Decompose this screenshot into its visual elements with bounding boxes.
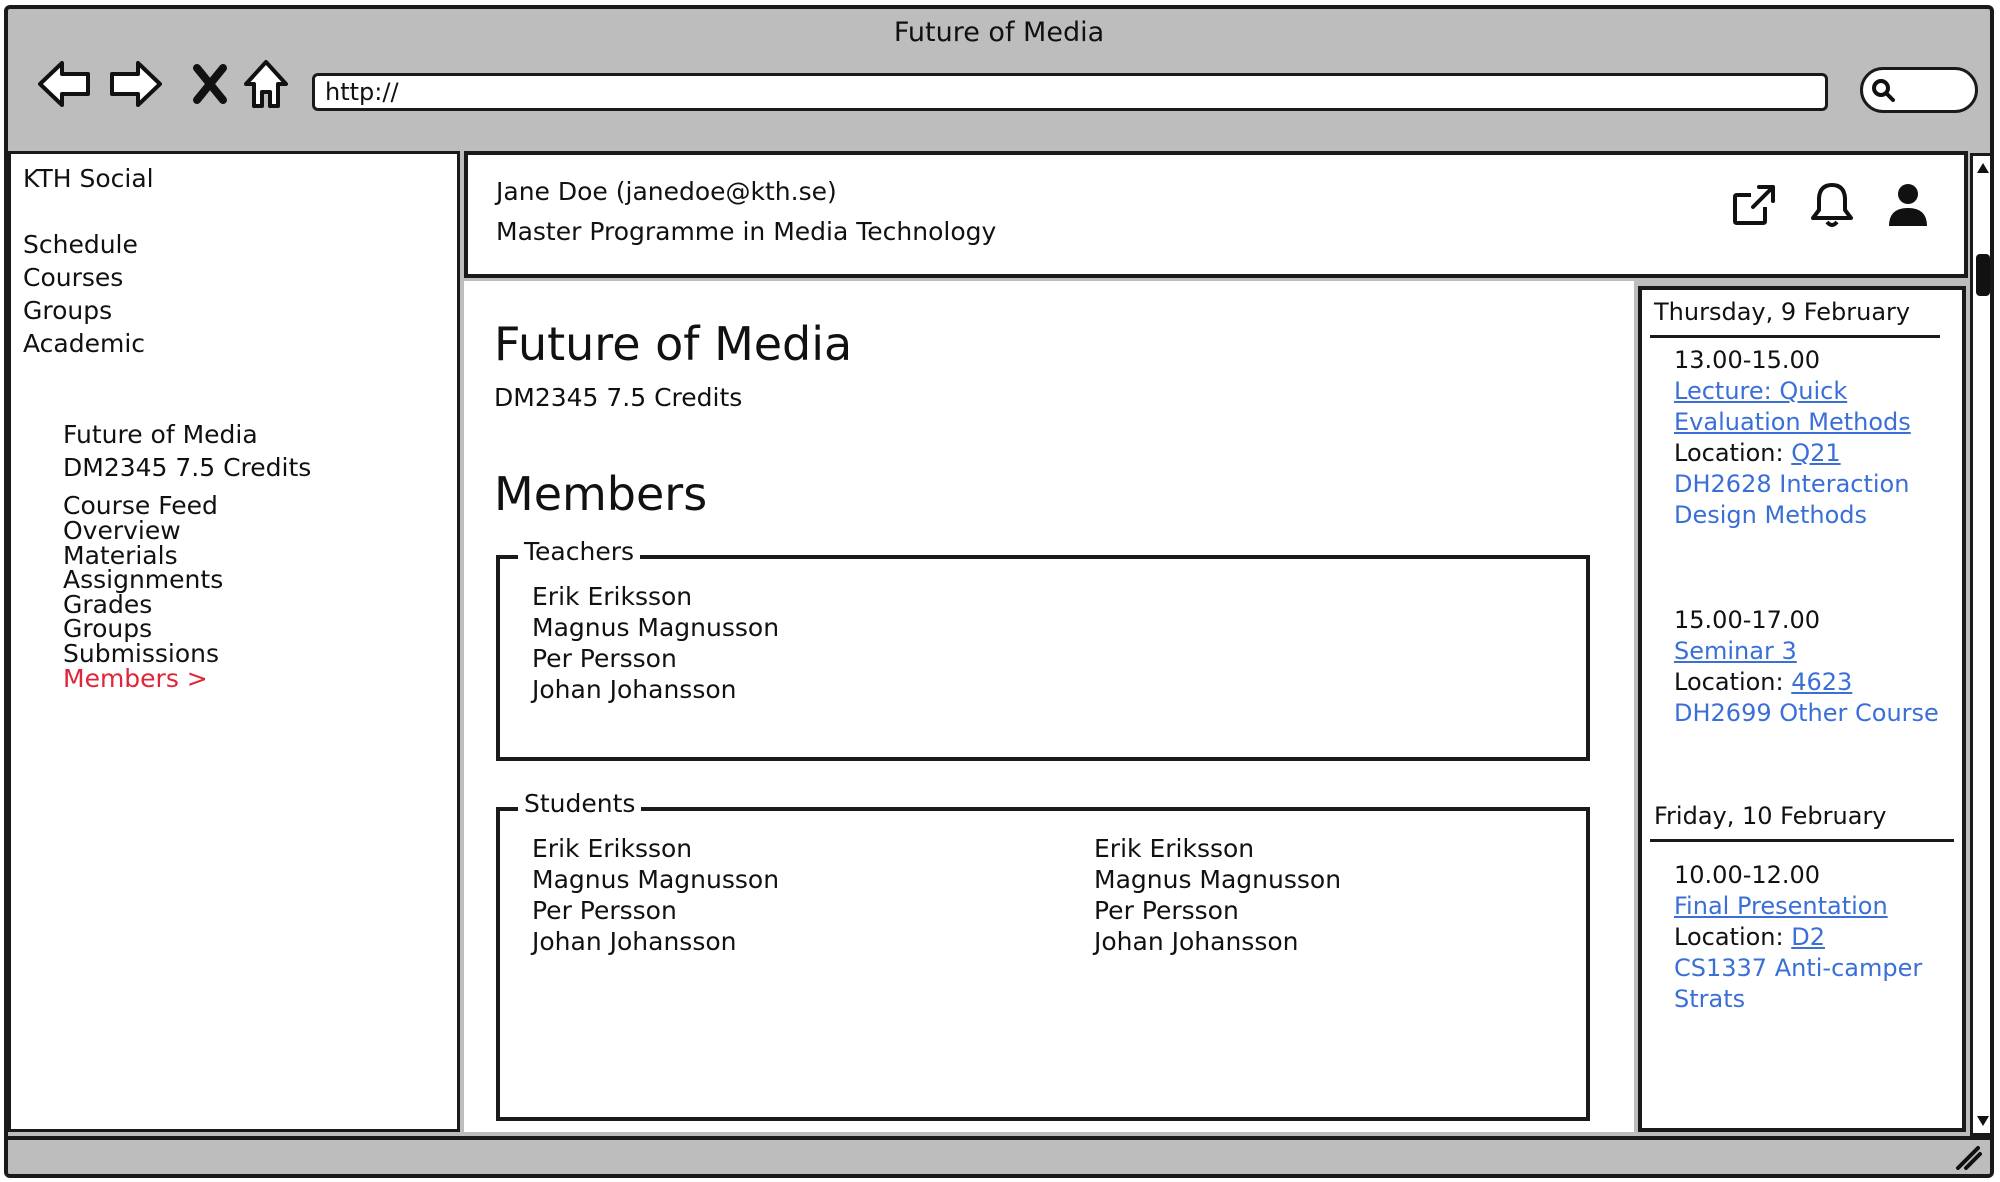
schedule-event: 13.00-15.00 Lecture: Quick Evaluation Me… [1674, 345, 1964, 531]
event-course[interactable]: Strats [1674, 984, 1964, 1015]
student-name: Johan Johansson [532, 927, 737, 956]
search-icon [1872, 79, 1895, 102]
location-link[interactable]: 4623 [1791, 668, 1852, 696]
sidebar-item-members[interactable]: Members > [63, 664, 208, 693]
teacher-name: Johan Johansson [532, 675, 737, 704]
teacher-name: Per Persson [532, 644, 677, 673]
home-icon[interactable] [236, 53, 296, 115]
event-title-link[interactable]: Lecture: Quick [1674, 377, 1847, 405]
day-heading: Thursday, 9 February [1654, 298, 1911, 326]
sidebar-item-groups[interactable]: Groups [23, 296, 112, 325]
teachers-label: Teachers [518, 537, 640, 566]
student-name: Magnus Magnusson [532, 865, 780, 894]
event-time: 13.00-15.00 [1674, 346, 1821, 374]
sidebar-item-academic[interactable]: Academic [23, 329, 145, 358]
user-name: Jane Doe (janedoe@kth.se) [496, 177, 837, 206]
day-heading: Friday, 10 February [1654, 802, 1887, 830]
stop-icon[interactable] [180, 53, 240, 115]
browser-window: Future of Media http:// KTH Social Sched… [4, 5, 1994, 1178]
schedule-event: 10.00-12.00 Final Presentation Location:… [1674, 860, 1964, 1015]
external-link-icon[interactable] [1728, 179, 1780, 231]
location-link[interactable]: Q21 [1791, 439, 1840, 467]
main-content: Future of Media DM2345 7.5 Credits Membe… [464, 281, 1634, 1132]
event-title-link[interactable]: Evaluation Methods [1674, 408, 1911, 436]
student-name: Per Persson [532, 896, 677, 925]
student-name: Erik Eriksson [1094, 834, 1255, 863]
sidebar-course-title[interactable]: Future of Media [63, 420, 258, 449]
vertical-scrollbar[interactable] [1970, 153, 1991, 1136]
students-list-left: Erik Eriksson Magnus Magnusson Per Perss… [532, 833, 779, 957]
student-name: Erik Eriksson [532, 834, 693, 863]
user-programme: Master Programme in Media Technology [496, 217, 997, 246]
event-course[interactable]: DH2628 Interaction [1674, 469, 1964, 500]
app-name: KTH Social [23, 164, 154, 193]
page-title: Future of Media [494, 317, 853, 371]
divider [1650, 839, 1954, 842]
back-icon[interactable] [34, 53, 94, 115]
location-label: Location: [1674, 668, 1784, 696]
bell-icon[interactable] [1806, 179, 1858, 231]
forward-icon[interactable] [106, 53, 166, 115]
schedule-event: 15.00-17.00 Seminar 3 Location: 4623 DH2… [1674, 605, 1964, 729]
teacher-name: Magnus Magnusson [532, 613, 780, 642]
event-course[interactable]: CS1337 Anti-camper [1674, 953, 1964, 984]
event-title-link[interactable]: Seminar 3 [1674, 637, 1797, 665]
event-title-link[interactable]: Final Presentation [1674, 892, 1888, 920]
window-title: Future of Media [893, 17, 1105, 48]
student-name: Johan Johansson [1094, 927, 1299, 956]
teachers-group: Teachers Erik Eriksson Magnus Magnusson … [496, 537, 1590, 761]
location-label: Location: [1674, 439, 1784, 467]
scroll-down-icon[interactable] [1975, 1113, 1991, 1129]
sidebar-item-schedule[interactable]: Schedule [23, 230, 138, 259]
divider [1650, 335, 1940, 338]
teachers-list: Erik Eriksson Magnus Magnusson Per Perss… [532, 581, 779, 705]
url-input[interactable]: http:// [312, 73, 1828, 111]
location-link[interactable]: D2 [1791, 923, 1825, 951]
students-group: Students Erik Eriksson Magnus Magnusson … [496, 789, 1590, 1121]
event-course[interactable]: Design Methods [1674, 500, 1964, 531]
user-header: Jane Doe (janedoe@kth.se) Master Program… [464, 151, 1968, 278]
event-time: 10.00-12.00 [1674, 861, 1821, 889]
course-credits: DM2345 7.5 Credits [494, 383, 743, 412]
students-label: Students [518, 789, 642, 818]
sidebar: KTH Social Schedule Courses Groups Acade… [8, 151, 460, 1132]
user-icon[interactable] [1882, 179, 1934, 231]
location-label: Location: [1674, 923, 1784, 951]
status-bar [8, 1136, 1990, 1174]
sidebar-item-courses[interactable]: Courses [23, 263, 123, 292]
students-list-right: Erik Eriksson Magnus Magnusson Per Perss… [1094, 833, 1341, 957]
event-time: 15.00-17.00 [1674, 606, 1821, 634]
members-heading: Members [494, 467, 708, 521]
scroll-up-icon[interactable] [1975, 160, 1991, 176]
scrollbar-thumb[interactable] [1976, 254, 1990, 296]
search-field[interactable] [1860, 67, 1978, 113]
teacher-name: Erik Eriksson [532, 582, 693, 611]
sidebar-course-code: DM2345 7.5 Credits [63, 453, 312, 482]
student-name: Magnus Magnusson [1094, 865, 1342, 894]
resize-grip-icon[interactable] [1952, 1144, 1982, 1170]
event-course[interactable]: DH2699 Other Course [1674, 698, 1964, 729]
schedule-panel: Thursday, 9 February 13.00-15.00 Lecture… [1638, 286, 1966, 1132]
student-name: Per Persson [1094, 896, 1239, 925]
